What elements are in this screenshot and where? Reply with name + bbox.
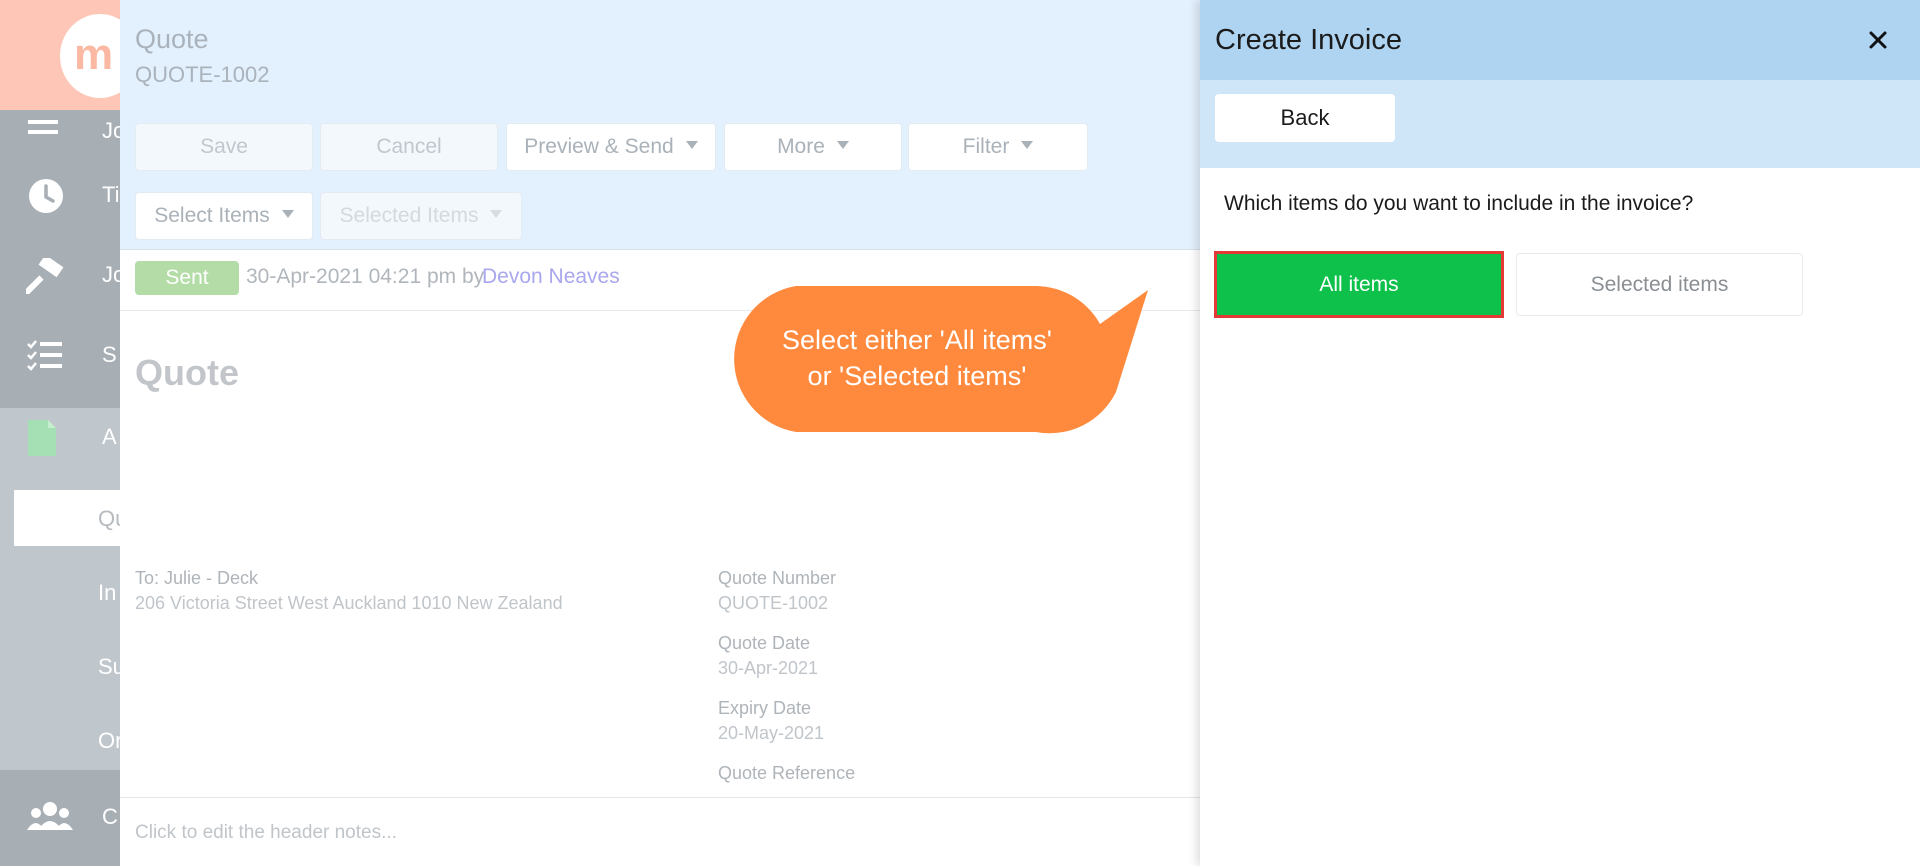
close-icon xyxy=(1869,31,1887,49)
more-label: More xyxy=(777,135,825,158)
sidebar-item-label: Jo xyxy=(102,262,120,287)
brand-logo-text: m xyxy=(74,30,114,79)
nav-customers: C xyxy=(0,770,120,866)
select-items-label: Select Items xyxy=(154,204,270,227)
selected-items-option-label: Selected items xyxy=(1590,273,1729,296)
quote-date-value: 30-Apr-2021 xyxy=(718,658,819,678)
sidebar-item-schedule[interactable]: S xyxy=(0,324,120,384)
menu-icon xyxy=(28,120,58,134)
sidebar-subitem-orders[interactable]: Or xyxy=(14,712,120,768)
sidebar-item-label: Ti xyxy=(102,182,120,207)
nav-accounts: A Qu In Su Or xyxy=(0,408,120,770)
back-button-label: Back xyxy=(1280,105,1330,130)
save-button[interactable]: Save xyxy=(135,123,313,171)
selected-items-button[interactable]: Selected Items xyxy=(320,192,522,240)
expiry-date-value: 20-May-2021 xyxy=(718,723,825,743)
callout-line-2: or 'Selected items' xyxy=(807,361,1027,391)
document-title: Quote xyxy=(135,352,239,393)
status-user-link[interactable]: Devon Neaves xyxy=(482,265,620,289)
callout-text: Select either 'All items' or 'Selected i… xyxy=(748,322,1086,394)
sidebar-subitem-label: Or xyxy=(98,728,120,753)
expiry-date-label: Expiry Date xyxy=(718,698,812,718)
sidebar: m Jo Ti Jo S A Q In Su Or C xyxy=(0,0,120,866)
filter-label: Filter xyxy=(962,135,1010,158)
chevron-down-icon xyxy=(836,141,849,150)
filter-button[interactable]: Filter xyxy=(908,123,1088,171)
quote-header: Quote QUOTE-1002 Save Cancel Preview & S… xyxy=(120,0,1200,250)
sidebar-subitem-invoices[interactable]: In xyxy=(14,564,120,620)
preview-send-button[interactable]: Preview & Send xyxy=(506,123,716,171)
status-text: 30-Apr-2021 04:21 pm by xyxy=(246,265,485,288)
header-notes[interactable]: Click to edit the header notes... xyxy=(120,797,1200,866)
sidebar-item-label: S xyxy=(102,342,117,367)
chevron-down-icon xyxy=(1021,141,1034,150)
page-title: Quote xyxy=(135,24,209,54)
checklist-icon xyxy=(27,340,62,371)
callout-bubble: Select either 'All items' or 'Selected i… xyxy=(716,284,1150,434)
back-button[interactable]: Back xyxy=(1215,94,1395,142)
address-text: 206 Victoria Street West Auckland 1010 N… xyxy=(135,593,563,613)
selected-items-label: Selected Items xyxy=(339,204,479,227)
sidebar-subitem-label: Su xyxy=(98,654,120,679)
chevron-down-icon xyxy=(281,210,294,219)
close-button[interactable] xyxy=(1858,22,1898,58)
callout-line-1: Select either 'All items' xyxy=(782,325,1052,355)
clock-icon xyxy=(29,179,63,213)
sidebar-item-jobs-menu[interactable]: Jo xyxy=(0,104,120,164)
sidebar-item-jobs[interactable]: Jo xyxy=(0,244,120,304)
brand-band: m xyxy=(0,0,120,110)
chevron-down-icon xyxy=(685,141,698,150)
sidebar-subitem-label: In xyxy=(98,580,117,605)
sidebar-item-customers[interactable]: C xyxy=(0,786,120,846)
all-items-label: All items xyxy=(1319,273,1399,296)
header-notes-placeholder: Click to edit the header notes... xyxy=(135,822,397,843)
selected-items-option-button[interactable]: Selected items xyxy=(1516,253,1803,316)
sidebar-subitem-suppliers[interactable]: Su xyxy=(14,638,120,694)
brand-logo[interactable]: m xyxy=(60,14,120,98)
quote-number: QUOTE-1002 xyxy=(135,62,270,87)
cancel-button[interactable]: Cancel xyxy=(320,123,498,171)
panel-question: Which items do you want to include in th… xyxy=(1224,192,1694,215)
panel-toolbar: Back xyxy=(1200,80,1920,168)
select-items-button[interactable]: Select Items xyxy=(135,192,313,240)
sidebar-subitem-label: Qu xyxy=(98,506,120,531)
status-badge: Sent xyxy=(135,261,239,295)
panel-header: Create Invoice xyxy=(1200,0,1920,80)
quote-date-label: Quote Date xyxy=(718,633,811,653)
sidebar-item-timesheets[interactable]: Ti xyxy=(0,164,120,224)
quote-number-label: Quote Number xyxy=(718,568,837,588)
sidebar-item-label: C xyxy=(102,804,118,829)
all-items-button[interactable]: All items xyxy=(1214,251,1504,318)
create-invoice-panel: Create Invoice Back Which items do you w… xyxy=(1200,0,1920,866)
to-label: To: Julie - Deck xyxy=(135,568,259,588)
sidebar-item-label: A xyxy=(102,424,117,449)
hammer-icon xyxy=(26,258,64,294)
preview-send-label: Preview & Send xyxy=(524,135,674,158)
quote-number-value: QUOTE-1002 xyxy=(718,593,829,613)
document-icon xyxy=(28,420,56,456)
panel-title: Create Invoice xyxy=(1215,24,1402,56)
sidebar-subitem-quotes[interactable]: Qu xyxy=(14,490,120,546)
cancel-button-label: Cancel xyxy=(376,135,442,158)
sidebar-item-label: Jo xyxy=(102,118,120,143)
nav-primary: Jo Ti Jo S xyxy=(0,110,120,408)
sidebar-item-accounts[interactable]: A xyxy=(0,406,120,466)
save-button-label: Save xyxy=(200,135,248,158)
quote-reference-label: Quote Reference xyxy=(718,763,856,783)
users-icon xyxy=(27,802,73,830)
chevron-down-icon xyxy=(490,210,503,219)
more-button[interactable]: More xyxy=(724,123,902,171)
